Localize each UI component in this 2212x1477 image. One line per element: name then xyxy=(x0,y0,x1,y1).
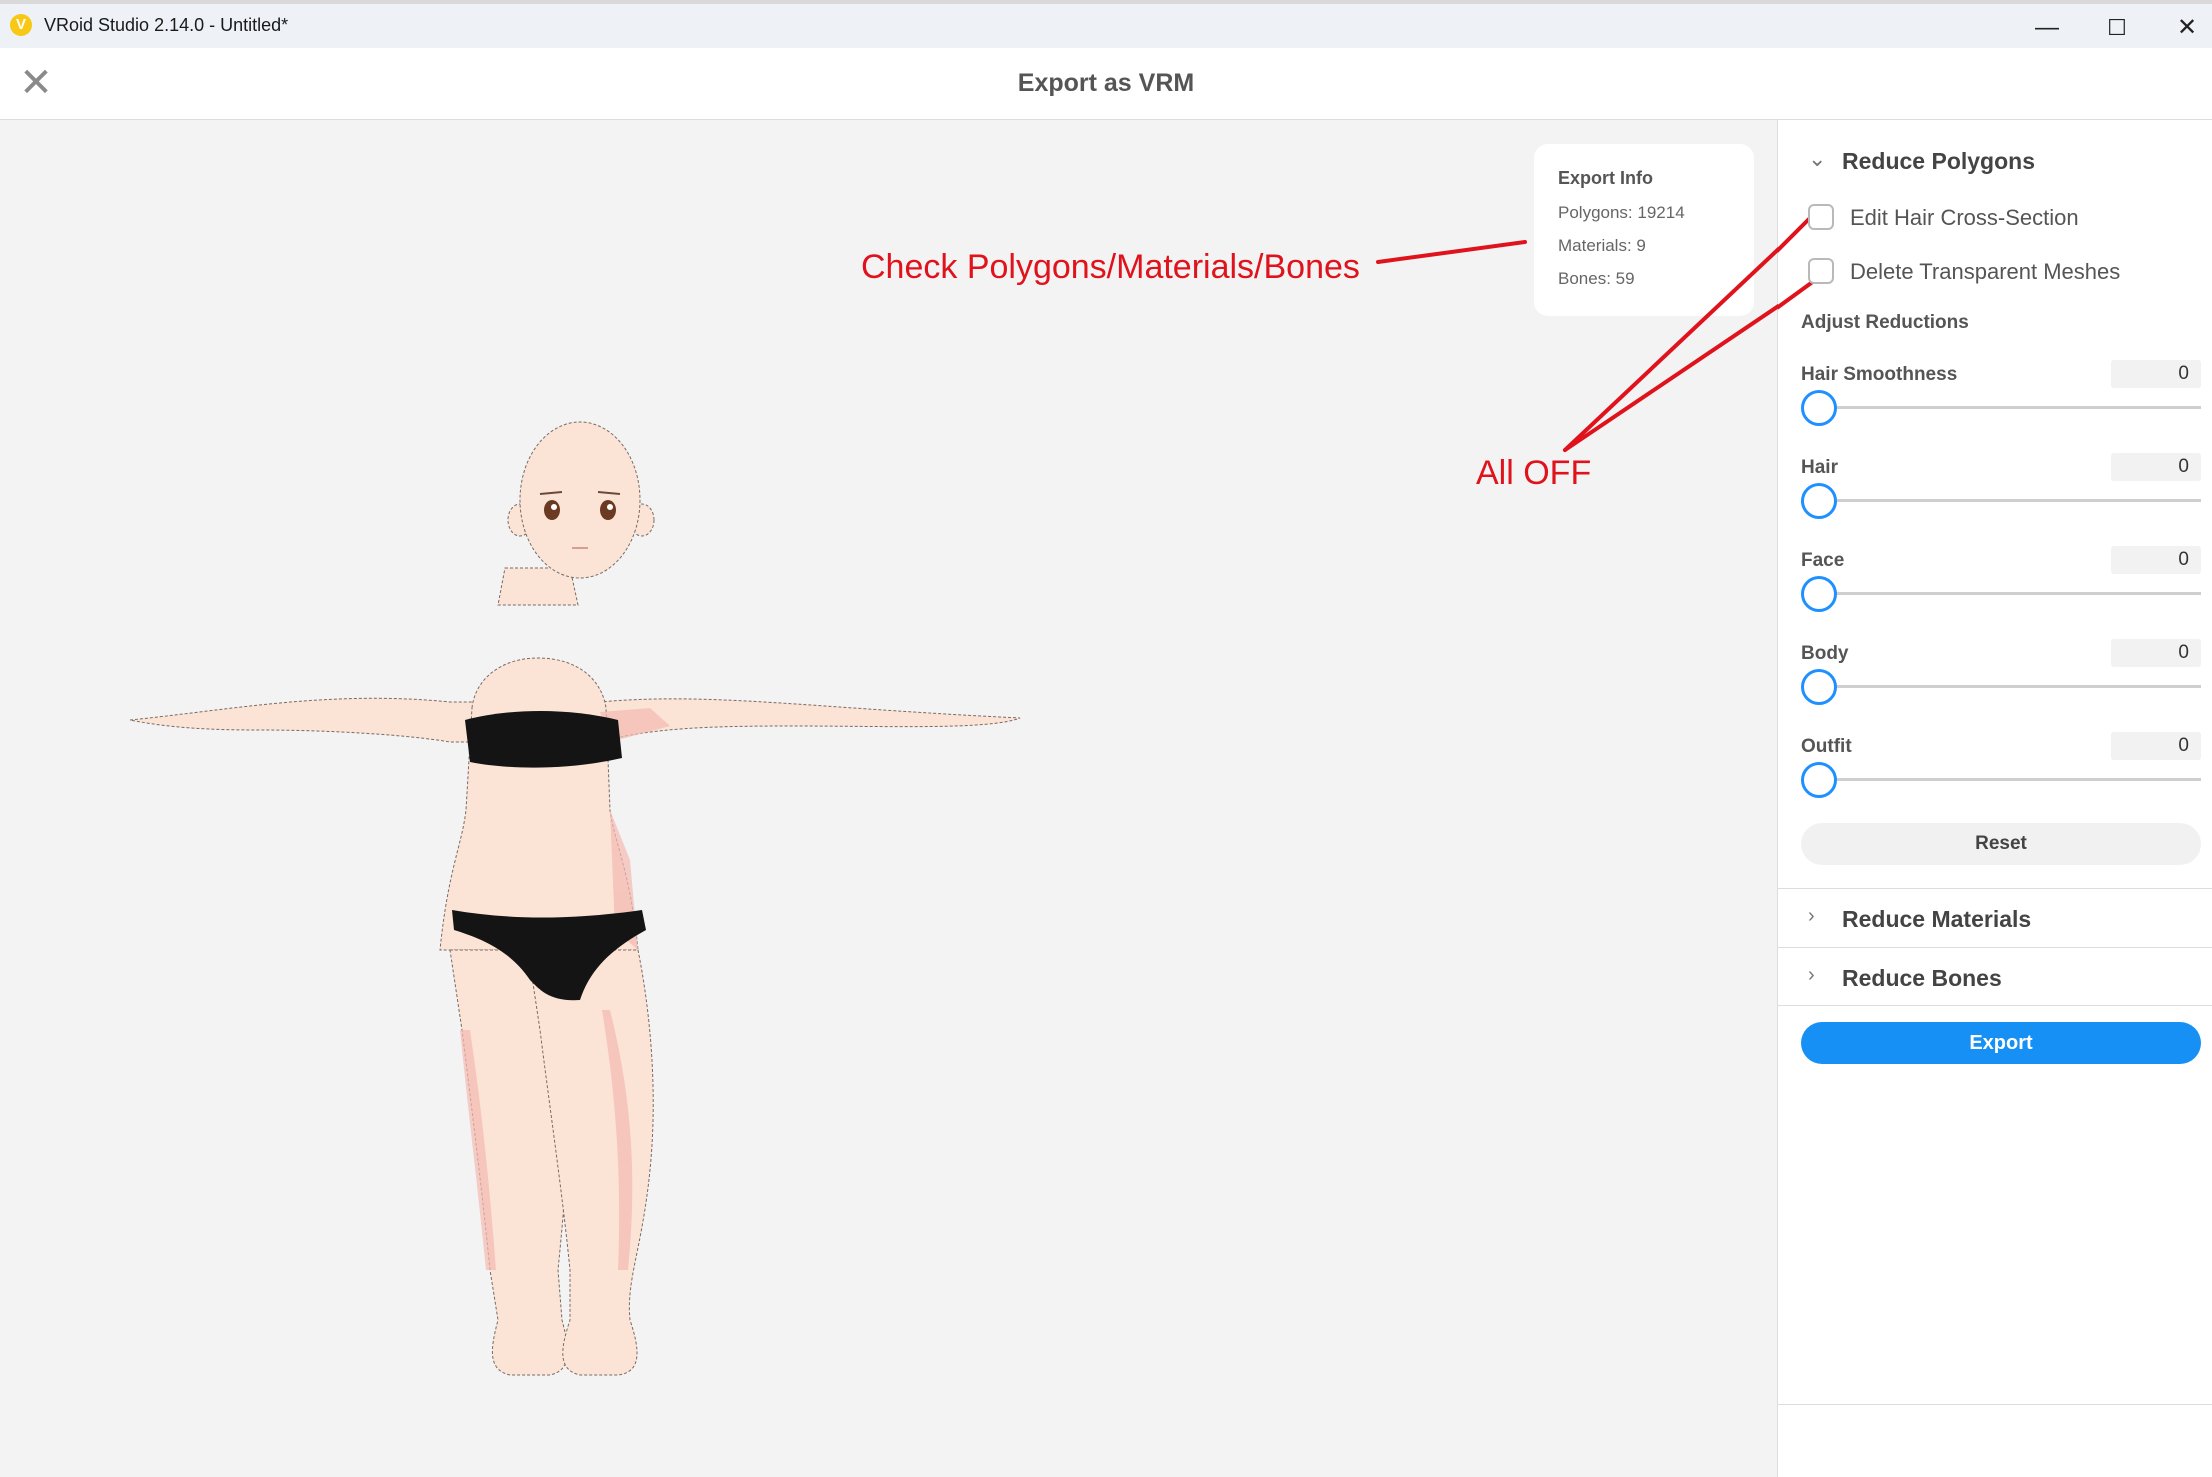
slider-knob[interactable] xyxy=(1801,483,1837,519)
divider xyxy=(1778,1005,2212,1006)
slider-knob[interactable] xyxy=(1801,390,1837,426)
chevron-right-icon: › xyxy=(1808,905,1815,927)
maximize-button[interactable]: ☐ xyxy=(2094,10,2140,46)
slider-value-field[interactable]: 0 xyxy=(2111,639,2201,667)
slider-knob[interactable] xyxy=(1801,576,1837,612)
minimize-button[interactable]: — xyxy=(2024,10,2070,46)
edit-hair-cross-section-label: Edit Hair Cross-Section xyxy=(1850,205,2079,230)
slider-track[interactable] xyxy=(1819,499,2201,502)
reduce-bones-header[interactable]: › Reduce Bones xyxy=(1778,949,2212,1007)
slider-label: Hair Smoothness xyxy=(1801,364,1958,385)
reduce-polygons-header[interactable]: ⌄ Reduce Polygons xyxy=(1778,132,2212,190)
face-slider[interactable]: Face 0 xyxy=(1801,546,2201,640)
divider xyxy=(1778,1404,2212,1405)
chevron-down-icon: ⌄ xyxy=(1808,146,1827,171)
window-close-button[interactable]: ✕ xyxy=(2164,10,2210,46)
export-button[interactable]: Export xyxy=(1801,1022,2201,1064)
hair-slider[interactable]: Hair 0 xyxy=(1801,453,2201,547)
divider xyxy=(1778,888,2212,889)
window-title: VRoid Studio 2.14.0 - Untitled* xyxy=(44,15,289,35)
slider-track[interactable] xyxy=(1819,592,2201,595)
model-preview-viewport[interactable]: Export Info Polygons: 19214 Materials: 9… xyxy=(0,120,1778,1477)
slider-value-field[interactable]: 0 xyxy=(2111,453,2201,481)
outfit-slider[interactable]: Outfit 0 xyxy=(1801,732,2201,826)
edit-hair-cross-section-checkbox[interactable] xyxy=(1808,204,1834,230)
annotation-check-counts: Check Polygons/Materials/Bones xyxy=(861,248,1360,286)
delete-transparent-meshes-label: Delete Transparent Meshes xyxy=(1850,259,2121,284)
dialog-header: ✕ Export as VRM xyxy=(0,48,2212,120)
hair-smoothness-slider[interactable]: Hair Smoothness 0 xyxy=(1801,360,2201,454)
slider-label: Body xyxy=(1801,643,1849,664)
slider-label: Hair xyxy=(1801,457,1838,478)
divider xyxy=(1778,947,2212,948)
reduce-materials-label: Reduce Materials xyxy=(1842,906,2032,932)
slider-label: Face xyxy=(1801,550,1845,571)
reduce-bones-label: Reduce Bones xyxy=(1842,965,2002,991)
slider-value-field[interactable]: 0 xyxy=(2111,360,2201,388)
slider-track[interactable] xyxy=(1819,778,2201,781)
delete-transparent-meshes-option[interactable]: Delete Transparent Meshes xyxy=(1808,254,2188,290)
delete-transparent-meshes-checkbox[interactable] xyxy=(1808,258,1834,284)
slider-knob[interactable] xyxy=(1801,669,1837,705)
vroid-logo-icon: V xyxy=(10,14,32,36)
body-slider[interactable]: Body 0 xyxy=(1801,639,2201,733)
edit-hair-cross-section-option[interactable]: Edit Hair Cross-Section xyxy=(1808,200,2188,236)
export-settings-panel: ⌄ Reduce Polygons Edit Hair Cross-Sectio… xyxy=(1778,120,2212,1477)
slider-label: Outfit xyxy=(1801,736,1852,757)
reset-button[interactable]: Reset xyxy=(1801,823,2201,865)
annotation-arrows xyxy=(1376,240,1778,452)
slider-track[interactable] xyxy=(1819,406,2201,409)
slider-value-field[interactable]: 0 xyxy=(2111,546,2201,574)
chevron-right-icon: › xyxy=(1808,964,1815,986)
slider-knob[interactable] xyxy=(1801,762,1837,798)
annotation-all-off: All OFF xyxy=(1476,454,1592,492)
reduce-polygons-label: Reduce Polygons xyxy=(1842,148,2035,174)
slider-track[interactable] xyxy=(1819,685,2201,688)
adjust-reductions-title: Adjust Reductions xyxy=(1801,312,1969,333)
reduce-materials-header[interactable]: › Reduce Materials xyxy=(1778,890,2212,948)
slider-value-field[interactable]: 0 xyxy=(2111,732,2201,760)
dialog-title: Export as VRM xyxy=(1017,69,1195,97)
window-title-bar: V VRoid Studio 2.14.0 - Untitled* — ☐ ✕ xyxy=(0,0,2212,48)
